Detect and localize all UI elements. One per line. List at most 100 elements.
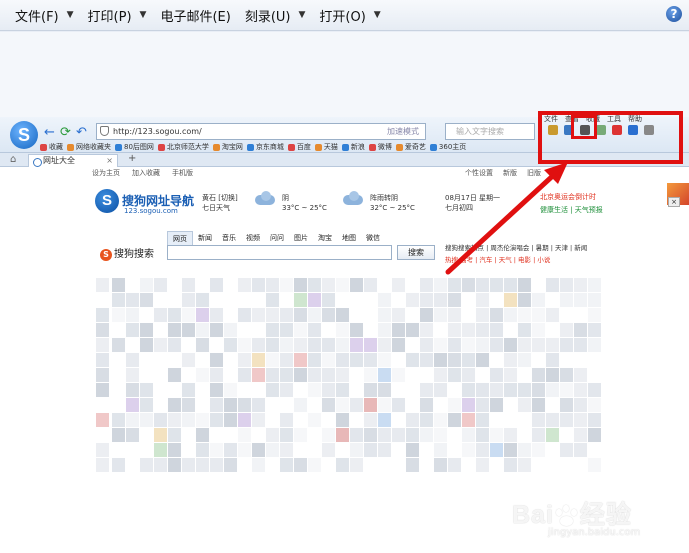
mosaic-block [196,428,209,442]
bookmark-item[interactable]: 京东商城 [247,141,284,153]
sogou-search-label: 搜狗搜索 [114,249,154,260]
mosaic-block [490,308,503,322]
bookmark-item[interactable]: 爱奇艺 [396,141,426,153]
mosaic-block [210,383,223,397]
news-green-link[interactable]: 健康生活 | 天气预报 [540,204,603,217]
chevron-down-icon: ▼ [298,10,306,20]
mosaic-block [504,278,517,292]
new-version-link[interactable]: 新版 [503,168,517,178]
search-tab-taobao[interactable]: 淘宝 [313,231,337,246]
mosaic-block [154,338,167,352]
bookmark-item[interactable]: 微博 [369,141,392,153]
mosaic-block [434,428,447,442]
bookmark-item[interactable]: 网络收藏夹 [67,141,111,153]
tab-title: 网址大全 [43,156,75,165]
mosaic-block [378,383,391,397]
mosaic-block [252,458,265,472]
menu-print[interactable]: 打印(P) ▼ [81,3,154,27]
mosaic-block [96,368,109,382]
mosaic-block [588,398,601,412]
mosaic-block [336,383,349,397]
menu-email[interactable]: 电子邮件(E) [153,3,237,27]
mosaic-block [504,368,517,382]
search-tab-news[interactable]: 新闻 [193,231,217,246]
mosaic-block [126,353,139,367]
mosaic-block [196,323,209,337]
mosaic-block [532,443,545,457]
news-red-link[interactable]: 北京奥运会倒计时 [540,191,603,204]
browser-search-input[interactable]: 输入文字搜索 [445,123,535,140]
search-tab-ask[interactable]: 问问 [265,231,289,246]
search-tab-image[interactable]: 图片 [289,231,313,246]
mosaic-block [280,338,293,352]
hot-line-1[interactable]: 搜狗搜索热点 | 周杰伦演唱会 | 暑期 | 天津 | 新闻 [445,242,587,254]
search-tab-web[interactable]: 网页 [167,231,193,246]
mosaic-block [126,308,139,322]
help-icon[interactable]: ? [666,6,682,22]
search-tab-music[interactable]: 音乐 [217,231,241,246]
set-homepage-link[interactable]: 设为主页 [92,168,120,178]
bookmark-item[interactable]: 淘宝网 [213,141,243,153]
mosaic-block [560,413,573,427]
bookmark-item[interactable]: 360主页 [430,141,466,153]
search-tab-map[interactable]: 地图 [337,231,361,246]
mosaic-block [448,413,461,427]
address-bar[interactable]: http://123.sogou.com/ 加速模式 [96,123,426,140]
forecast-label[interactable]: 七日天气 [202,203,238,213]
mosaic-block [546,308,559,322]
sogou-logo[interactable]: S [95,189,119,213]
mosaic-block [420,428,433,442]
sogou-search-button[interactable]: 搜索 [397,245,435,260]
close-icon[interactable]: × [106,155,113,167]
new-tab-button[interactable]: + [128,153,136,164]
sogou-search-input[interactable] [167,245,392,260]
mosaic-block [518,293,531,307]
mosaic-block [448,398,461,412]
shield-icon [100,126,109,136]
old-version-link[interactable]: 旧版 [527,168,541,178]
mosaic-block [504,458,517,472]
refresh-icon[interactable]: ⟳ [60,125,71,140]
mosaic-block [96,413,109,427]
mosaic-block [196,293,209,307]
weather-today-cond: 阴 [282,194,289,202]
add-favorite-link[interactable]: 加入收藏 [132,168,160,178]
mosaic-block [504,353,517,367]
home-icon[interactable]: ⌂ [10,154,16,165]
close-icon[interactable]: × [668,197,680,207]
bookmark-item[interactable]: 80后图网 [115,141,154,153]
mobile-link[interactable]: 手机版 [172,168,193,178]
undo-icon[interactable]: ↶ [76,125,87,140]
bookmark-item[interactable]: 收藏 [40,141,63,153]
mosaic-block [532,368,545,382]
bookmark-item[interactable]: 北京师范大学 [158,141,209,153]
mosaic-block [238,338,251,352]
tab-sogou-nav[interactable]: 网址大全 × [28,154,118,167]
mosaic-block [252,353,265,367]
search-tab-weixin[interactable]: 微信 [361,231,385,246]
mosaic-block [112,293,125,307]
mosaic-block [154,278,167,292]
mosaic-block [140,383,153,397]
mosaic-block [112,413,125,427]
bookmark-item[interactable]: 新浪 [342,141,365,153]
mosaic-block [210,443,223,457]
menu-burn[interactable]: 刻录(U) ▼ [238,3,313,27]
mosaic-block [112,458,125,472]
city-label[interactable]: 黄石 [切换] [202,193,238,203]
mosaic-block [140,323,153,337]
mosaic-block [476,383,489,397]
search-tab-video[interactable]: 视频 [241,231,265,246]
menu-file[interactable]: 文件(F) ▼ [8,3,81,27]
mosaic-block [294,293,307,307]
menu-open[interactable]: 打开(O) ▼ [312,3,387,27]
mosaic-block [406,293,419,307]
hot-line-2[interactable]: 热搜 高考 | 汽车 | 天气 | 电影 | 小说 [445,254,587,266]
bookmark-item[interactable]: 天猫 [315,141,338,153]
custom-settings-link[interactable]: 个性设置 [465,168,493,178]
bookmark-item[interactable]: 百度 [288,141,311,153]
speed-mode-label[interactable]: 加速模式 [387,124,419,139]
mosaic-block [588,458,601,472]
mosaic-block [96,308,109,322]
back-arrow-icon[interactable]: ← [44,125,55,140]
